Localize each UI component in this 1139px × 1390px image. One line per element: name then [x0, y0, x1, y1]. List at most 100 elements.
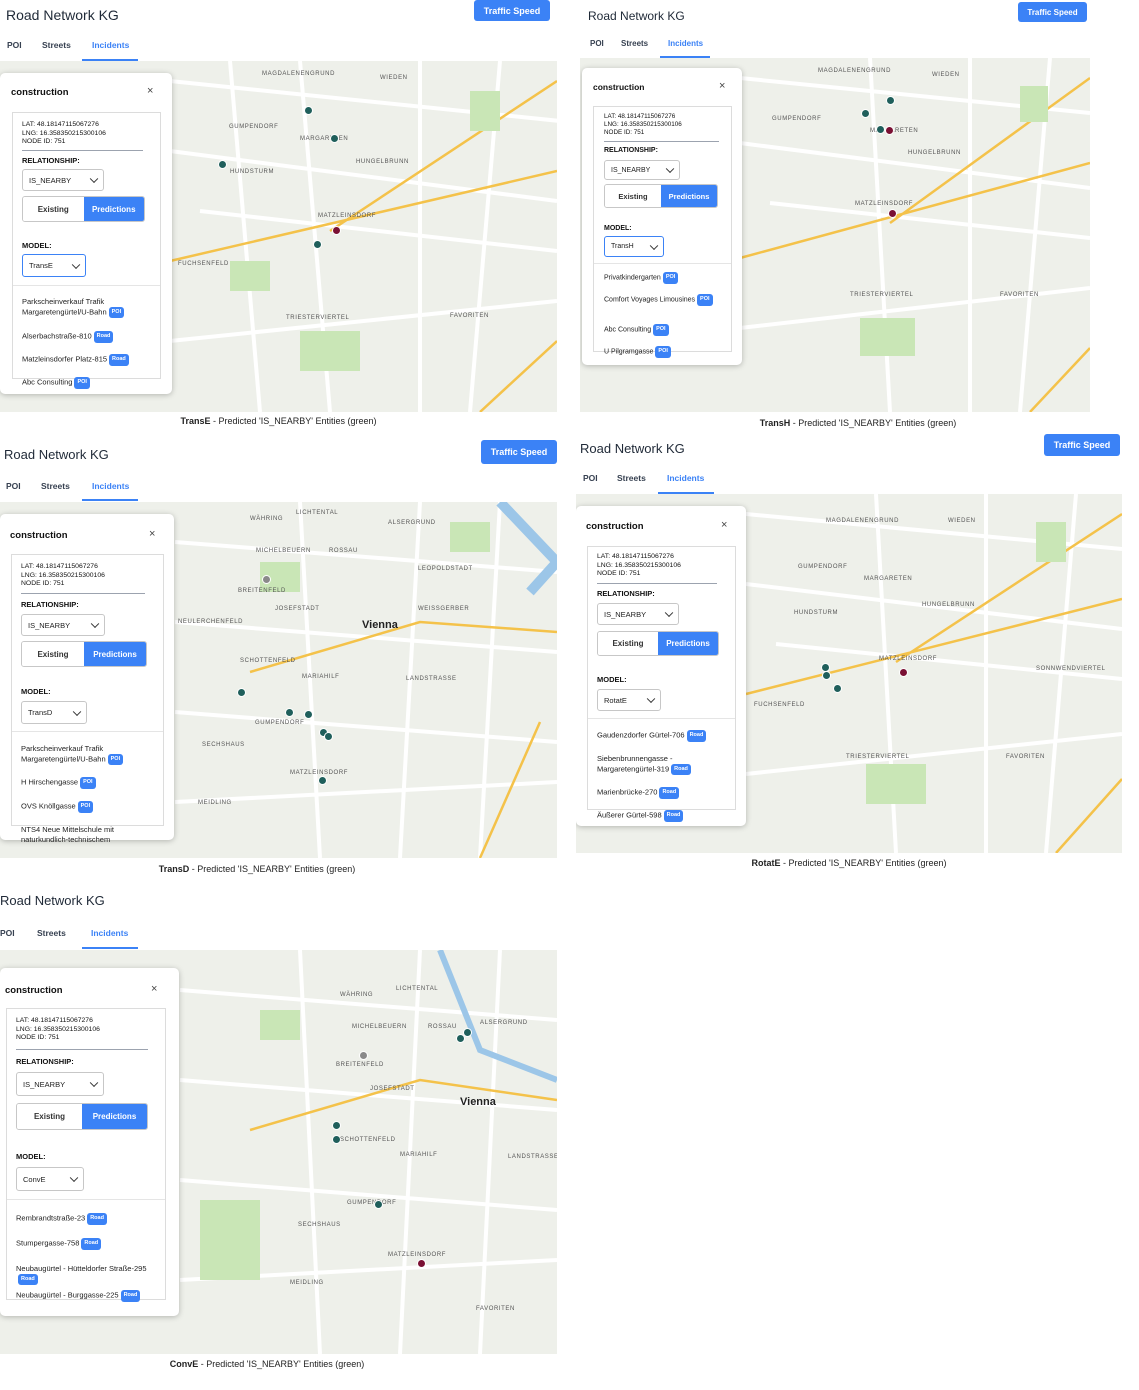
result-item[interactable]: Neubaugürtel - Burggasse-225 Road [16, 1290, 156, 1302]
tab-incidents[interactable]: Incidents [668, 39, 703, 48]
chevron-down-icon [649, 241, 659, 250]
predictions-button[interactable]: Predictions [82, 1104, 147, 1129]
tab-incidents[interactable]: Incidents [667, 473, 704, 483]
existing-button[interactable]: Existing [22, 642, 84, 666]
tab-poi[interactable]: POI [590, 39, 604, 48]
tab-streets[interactable]: Streets [621, 39, 648, 48]
predictions-button[interactable]: Predictions [83, 197, 144, 221]
entity-marker[interactable] [304, 710, 313, 719]
relationship-label: RELATIONSHIP: [597, 589, 655, 598]
result-item[interactable]: Rembrandtstraße-23 Road [16, 1213, 156, 1225]
tab-incidents[interactable]: Incidents [91, 928, 128, 938]
model-select[interactable]: ConvE [16, 1167, 84, 1191]
map[interactable]: MAGDALENENGRUND WIEDEN GUMPENDORF MARGAR… [0, 61, 557, 412]
predictions-button[interactable]: Predictions [658, 632, 718, 655]
tab-streets[interactable]: Streets [42, 40, 71, 50]
node-marker[interactable] [899, 668, 908, 677]
node-marker[interactable] [888, 209, 897, 218]
result-item[interactable]: Äußerer Gürtel-598 Road [597, 810, 729, 822]
close-icon[interactable]: × [721, 519, 727, 531]
tab-streets[interactable]: Streets [617, 473, 646, 483]
node-marker[interactable] [417, 1259, 426, 1268]
tab-streets[interactable]: Streets [37, 928, 66, 938]
traffic-speed-button[interactable]: Traffic Speed [1018, 2, 1087, 22]
relationship-select[interactable]: IS_NEARBY [22, 169, 104, 191]
entity-marker[interactable] [304, 106, 313, 115]
tab-poi[interactable]: POI [0, 928, 15, 938]
relationship-select[interactable]: IS_NEARBY [604, 160, 680, 180]
entity-marker[interactable] [285, 708, 294, 717]
tab-poi[interactable]: POI [6, 481, 21, 491]
result-item[interactable]: Abc Consulting POI [22, 377, 152, 389]
tab-poi[interactable]: POI [7, 40, 22, 50]
entity-marker[interactable] [374, 1200, 383, 1209]
result-item[interactable]: Gaudenzdorfer Gürtel-706 Road [597, 730, 729, 742]
result-item[interactable]: Comfort Voyages Limousines POI [604, 294, 724, 306]
tab-incidents[interactable]: Incidents [92, 40, 129, 50]
entity-marker[interactable] [359, 1051, 368, 1060]
entity-marker[interactable] [833, 684, 842, 693]
traffic-speed-button[interactable]: Traffic Speed [1044, 434, 1120, 456]
result-item[interactable]: U Pilgramgasse POI [604, 346, 724, 358]
close-icon[interactable]: × [151, 983, 157, 995]
entity-marker[interactable] [886, 96, 895, 105]
predictions-button[interactable]: Predictions [661, 185, 717, 207]
app-title: Road Network KG [4, 447, 109, 462]
result-item[interactable]: Privatkindergarten POI [604, 272, 724, 284]
existing-button[interactable]: Existing [598, 632, 658, 655]
node-marker[interactable] [332, 226, 341, 235]
close-icon[interactable]: × [149, 528, 155, 540]
model-select[interactable]: TransE [22, 254, 86, 277]
entity-marker[interactable] [218, 160, 227, 169]
entity-marker[interactable] [332, 1135, 341, 1144]
predictions-button[interactable]: Predictions [84, 642, 146, 666]
relationship-select[interactable]: IS_NEARBY [597, 603, 679, 625]
model-select[interactable]: RotatE [597, 689, 661, 711]
close-icon[interactable]: × [719, 80, 725, 92]
relationship-select[interactable]: IS_NEARBY [16, 1072, 104, 1096]
result-item[interactable]: OVS Knöllgasse POI [21, 801, 155, 813]
map[interactable]: MAGDALENENGRUND WIEDEN GUMPENDORF MARGAR… [580, 58, 1090, 412]
result-item[interactable]: Neubaugürtel - Hütteldorfer Straße-295Ro… [16, 1264, 156, 1285]
tab-poi[interactable]: POI [583, 473, 598, 483]
existing-button[interactable]: Existing [17, 1104, 82, 1129]
existing-button[interactable]: Existing [605, 185, 661, 207]
result-item[interactable]: Alserbachstraße-810 Road [22, 331, 152, 343]
entity-marker[interactable] [861, 109, 870, 118]
result-item[interactable]: Marienbrücke-270 Road [597, 787, 729, 799]
tab-streets[interactable]: Streets [41, 481, 70, 491]
result-item[interactable]: NTS4 Neue Mittelschule mit naturkundlich… [21, 825, 155, 844]
map[interactable]: WÄHRING LICHTENTAL ALSERGRUND MICHELBEUE… [0, 502, 557, 858]
entity-marker[interactable] [332, 1121, 341, 1130]
result-item[interactable]: Matzleinsdorfer Platz-815 Road [22, 354, 152, 366]
result-item[interactable]: Parkscheinverkauf Trafik Margaretengürte… [22, 297, 152, 318]
traffic-speed-button[interactable]: Traffic Speed [474, 0, 550, 21]
entity-marker[interactable] [330, 134, 339, 143]
model-select[interactable]: TransD [21, 701, 87, 724]
entity-marker[interactable] [313, 240, 322, 249]
result-item[interactable]: Stumpergasse-758 Road [16, 1238, 156, 1250]
entity-marker[interactable] [876, 125, 885, 134]
entity-marker[interactable] [822, 671, 831, 680]
traffic-speed-button[interactable]: Traffic Speed [481, 440, 557, 464]
result-item[interactable]: H Hirschengasse POI [21, 777, 155, 789]
relationship-select[interactable]: IS_NEARBY [21, 614, 105, 636]
entity-marker[interactable] [324, 732, 333, 741]
tab-incidents[interactable]: Incidents [92, 481, 129, 491]
model-select[interactable]: TransH [604, 236, 664, 257]
map[interactable]: MAGDALENENGRUND WIEDEN GUMPENDORF MARGAR… [576, 494, 1122, 853]
node-marker[interactable] [885, 126, 894, 135]
close-icon[interactable]: × [147, 85, 153, 97]
existing-button[interactable]: Existing [23, 197, 84, 221]
result-item[interactable]: Parkscheinverkauf Trafik Margaretengürte… [21, 744, 155, 765]
divider [597, 583, 717, 584]
entity-marker[interactable] [318, 776, 327, 785]
result-item[interactable]: Abc Consulting POI [604, 324, 724, 336]
entity-marker[interactable] [262, 575, 271, 584]
lng-text: LNG: 16.358350215300106 [21, 571, 105, 579]
entity-marker[interactable] [237, 688, 246, 697]
map[interactable]: WÄHRING LICHTENTAL ALSERGRUND MICHELBEUE… [0, 950, 557, 1354]
map-label: GUMPENDORF [229, 124, 279, 130]
entity-marker[interactable] [456, 1034, 465, 1043]
result-item[interactable]: Siebenbrunnengasse - Margaretengürtel-31… [597, 754, 729, 775]
